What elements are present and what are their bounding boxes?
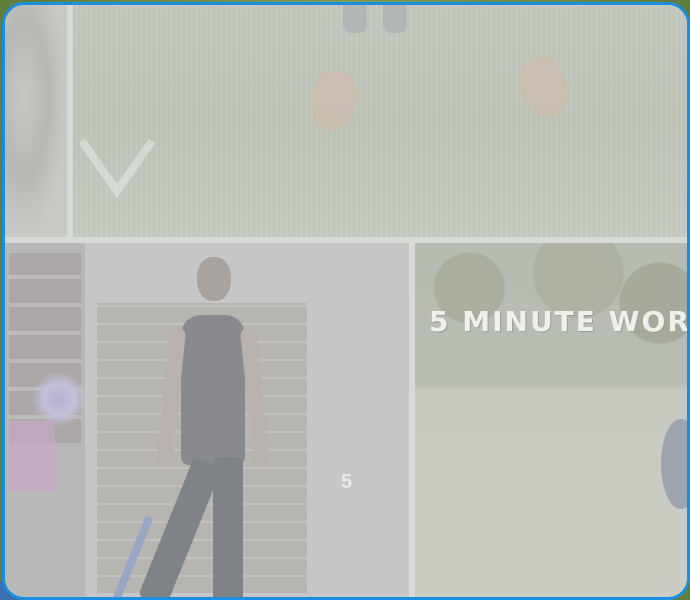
thumbnail-tile-top-main[interactable] xyxy=(73,5,687,237)
app-frame: 5 5 MINUTE WORKC xyxy=(0,0,690,600)
light-glow xyxy=(31,371,87,427)
person-head xyxy=(197,257,231,301)
hand-shape xyxy=(307,68,361,134)
person-leg xyxy=(213,457,243,597)
shoe-shape xyxy=(383,5,407,33)
video-grid-panel: 5 5 MINUTE WORKC xyxy=(2,2,690,600)
thumbnail-tile-bottom-right[interactable]: 5 MINUTE WORKC xyxy=(415,243,687,597)
shoe-shape xyxy=(343,5,367,33)
ball-shape xyxy=(661,419,687,509)
pink-object xyxy=(9,421,55,491)
hand-shape xyxy=(512,50,576,124)
thumbnail-headline: 5 MINUTE WORKC xyxy=(429,305,687,338)
person-torso xyxy=(181,315,245,465)
workout-person xyxy=(137,257,275,597)
thumbnail-tile-bottom-left[interactable]: 5 xyxy=(5,243,409,597)
thumbnail-tile-top-left[interactable] xyxy=(5,5,67,237)
chevron-logo-icon xyxy=(78,138,156,198)
overlay-text: 5 xyxy=(341,471,353,493)
